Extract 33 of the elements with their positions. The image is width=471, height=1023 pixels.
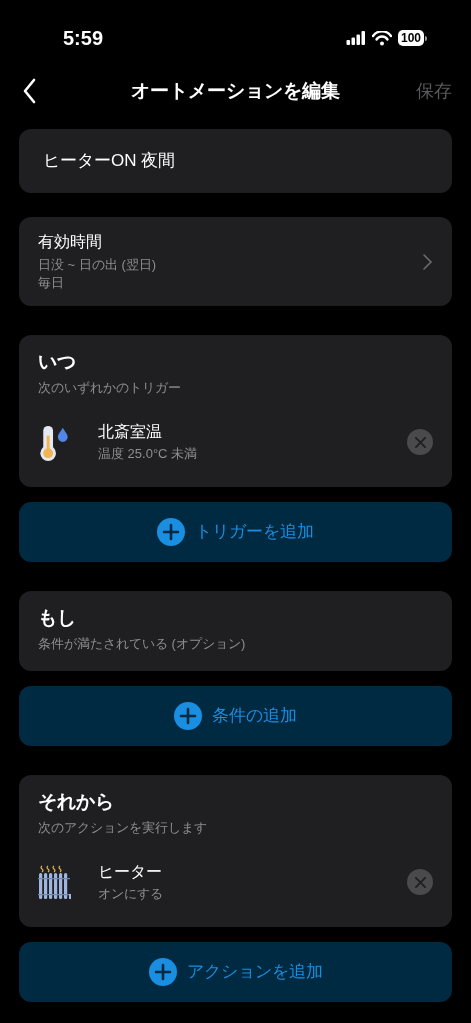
- wifi-icon: [371, 30, 392, 46]
- section-title: いつ: [38, 350, 77, 374]
- section-subtitle: 次のアクションを実行します: [38, 819, 208, 837]
- chevron-right-icon: [422, 252, 433, 271]
- signal-icon: [345, 31, 366, 45]
- remove-button[interactable]: [407, 869, 433, 895]
- section-subtitle: 条件が満たされている (オプション): [38, 635, 247, 653]
- heater-icon: [38, 864, 71, 900]
- device-detail: オンにする: [98, 885, 164, 903]
- battery-icon: 100: [397, 30, 427, 46]
- time-range: 日没 ~ 日の出 (翌日): [38, 256, 158, 274]
- add-button[interactable]: 条件の追加: [19, 686, 452, 746]
- section-title: それから: [38, 790, 115, 814]
- plus-icon: [157, 518, 185, 546]
- close-icon: [414, 436, 426, 448]
- section-title: もし: [38, 606, 77, 630]
- row-title: 有効時間: [38, 232, 103, 252]
- page-title: オートメーションを編集: [131, 78, 340, 103]
- device-name: 北斎室温: [98, 422, 163, 442]
- repeat-text: 毎日: [38, 274, 65, 292]
- plus-icon: [174, 702, 202, 730]
- section-subtitle: 次のいずれかのトリガー: [38, 379, 182, 397]
- close-icon: [414, 876, 426, 888]
- name-field[interactable]: ヒーターON 夜間: [19, 129, 452, 193]
- remove-button[interactable]: [407, 429, 433, 455]
- status-time: 5:59: [63, 26, 104, 51]
- add-button[interactable]: アクションを追加: [19, 942, 452, 1002]
- plus-icon: [148, 958, 177, 986]
- device-detail: 温度 25.0°C 未満: [98, 445, 199, 463]
- device-name: ヒーター: [98, 862, 163, 882]
- back-icon: [22, 78, 38, 104]
- valid-time-row[interactable]: 有効時間 日没 ~ 日の出 (翌日) 毎日: [19, 217, 452, 306]
- add-button[interactable]: トリガーを追加: [19, 502, 452, 562]
